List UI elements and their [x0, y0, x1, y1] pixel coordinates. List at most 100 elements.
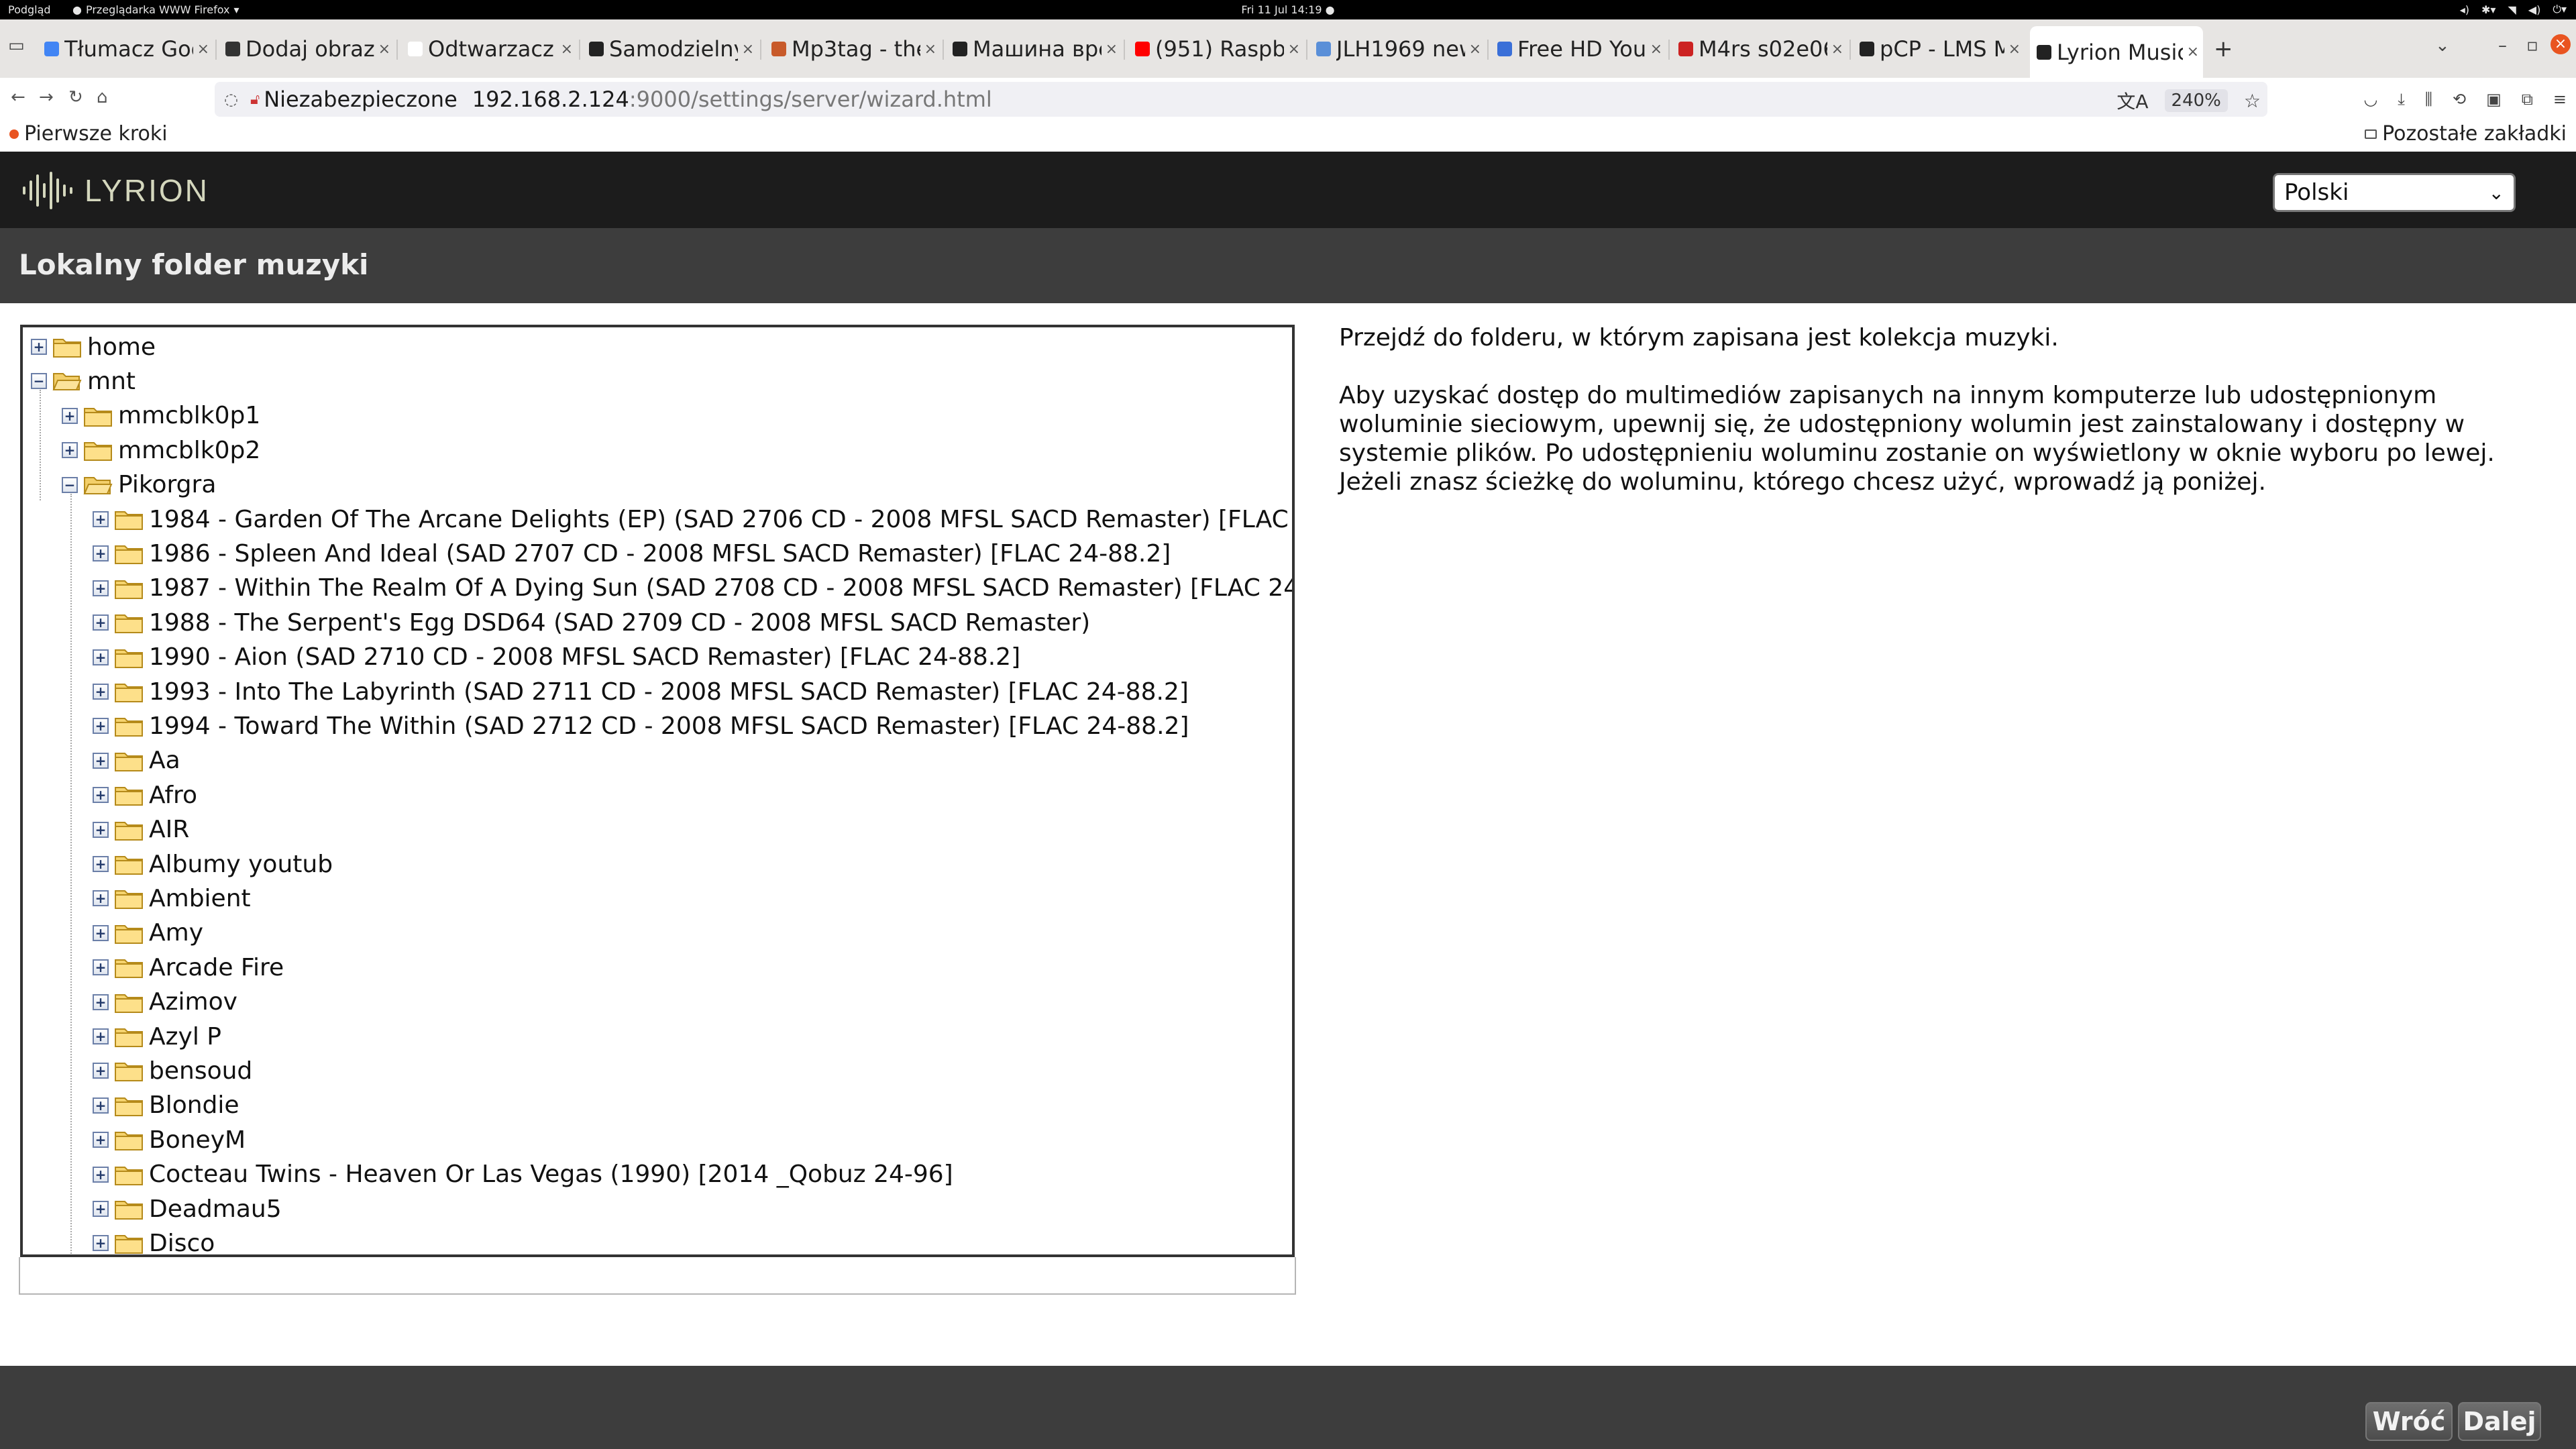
tree-node-label[interactable]: Blondie	[149, 1091, 239, 1119]
pocket-icon[interactable]: ◡	[2363, 90, 2377, 109]
tree-node-label[interactable]: 1990 - Aion (SAD 2710 CD - 2008 MFSL SAC…	[149, 643, 1020, 671]
tree-node[interactable]: + Amy	[93, 916, 203, 950]
tree-node[interactable]: + Ambient	[93, 881, 251, 915]
expand-icon[interactable]: +	[93, 821, 109, 838]
tree-node[interactable]: + AIR	[93, 813, 189, 847]
tab-close-icon[interactable]: ×	[1650, 41, 1662, 58]
collapse-icon[interactable]: −	[31, 373, 47, 390]
tab-close-icon[interactable]: ×	[1469, 41, 1481, 58]
tree-node[interactable]: +1987 - Within The Realm Of A Dying Sun …	[93, 572, 1292, 605]
maximize-icon[interactable]: ▫	[2526, 36, 2538, 56]
browser-tab[interactable]: Free HD YouT ×	[1491, 28, 1666, 70]
tree-node-label[interactable]: Azimov	[149, 988, 237, 1016]
tree-node-label[interactable]: 1993 - Into The Labyrinth (SAD 2711 CD -…	[149, 678, 1189, 706]
library-icon[interactable]: ⫼	[2425, 90, 2432, 109]
list-all-tabs-icon[interactable]: ⌄	[2435, 36, 2450, 56]
back-button[interactable]: Wróć	[2365, 1402, 2453, 1441]
tree-node-label[interactable]: home	[87, 333, 156, 361]
tree-node-label[interactable]: 1987 - Within The Realm Of A Dying Sun (…	[149, 574, 1292, 602]
clock[interactable]: Fri 11 Jul 14:19 ●	[0, 3, 2576, 16]
tree-node[interactable]: + Afro	[93, 778, 197, 812]
browser-tab[interactable]: Mp3tag - the u×	[765, 28, 941, 70]
browser-tab[interactable]: pCP - LMS Ma×	[1853, 28, 2025, 70]
tree-node[interactable]: + Blondie	[93, 1089, 239, 1122]
tab-close-icon[interactable]: ×	[1288, 41, 1300, 58]
tree-node-label[interactable]: Deadmau5	[149, 1195, 282, 1223]
expand-icon[interactable]: +	[93, 684, 109, 700]
other-bookmarks[interactable]: Pozostałe zakładki	[2365, 122, 2567, 146]
expand-icon[interactable]: +	[93, 1235, 109, 1252]
tree-node-label[interactable]: BoneyM	[149, 1126, 246, 1154]
folder-tree[interactable]: + home − mnt + mmcblk0p1 + mmcblk0p2 − Pikorgra +1…	[20, 325, 1295, 1257]
expand-icon[interactable]: +	[93, 1201, 109, 1217]
expand-icon[interactable]: +	[31, 339, 47, 355]
bookmark-getting-started[interactable]: Pierwsze kroki	[9, 122, 168, 146]
sync-icon[interactable]: ⟲	[2453, 90, 2466, 109]
tree-node[interactable]: +1988 - The Serpent's Egg DSD64 (SAD 270…	[93, 606, 1090, 639]
tree-node[interactable]: +1993 - Into The Labyrinth (SAD 2711 CD …	[93, 675, 1189, 708]
tab-close-icon[interactable]: ×	[1106, 41, 1118, 58]
tree-node-label[interactable]: Ambient	[149, 885, 251, 912]
tree-node[interactable]: +1990 - Aion (SAD 2710 CD - 2008 MFSL SA…	[93, 641, 1020, 674]
collapse-icon[interactable]: −	[62, 476, 78, 493]
tree-node-label[interactable]: 1984 - Garden Of The Arcane Delights (EP…	[149, 506, 1292, 533]
insecure-lock-icon[interactable]: 🔓︎	[250, 91, 260, 108]
browser-tab[interactable]: JLH1969 new ×	[1309, 28, 1485, 70]
tree-node-label[interactable]: mmcblk0p2	[118, 437, 260, 464]
expand-icon[interactable]: +	[93, 924, 109, 941]
download-icon[interactable]: ⤓	[2398, 90, 2405, 109]
tree-node-label[interactable]: 1994 - Toward The Within (SAD 2712 CD - …	[149, 712, 1189, 740]
expand-icon[interactable]: +	[93, 787, 109, 804]
tree-node[interactable]: + Aa	[93, 744, 180, 777]
next-button[interactable]: Dalej	[2458, 1402, 2541, 1441]
home-icon[interactable]: ⌂	[97, 87, 108, 107]
expand-icon[interactable]: +	[93, 649, 109, 665]
tree-node[interactable]: + mmcblk0p2	[62, 433, 260, 467]
browser-tab[interactable]: Машина врем×	[946, 28, 1122, 70]
back-icon[interactable]: ←	[11, 87, 25, 107]
minimize-icon[interactable]: –	[2498, 36, 2507, 56]
tree-node-label[interactable]: Pikorgra	[118, 471, 216, 498]
browser-tab[interactable]: M4rs s02e06 ×	[1672, 28, 1847, 70]
puzzle-icon[interactable]: ⧉	[2522, 90, 2533, 109]
tree-node-label[interactable]: 1986 - Spleen And Ideal (SAD 2707 CD - 2…	[149, 540, 1171, 568]
tree-node-label[interactable]: 1988 - The Serpent's Egg DSD64 (SAD 2709…	[149, 609, 1090, 637]
tree-node-label[interactable]: Amy	[149, 919, 203, 947]
tree-node[interactable]: − Pikorgra	[62, 468, 216, 502]
tree-node-label[interactable]: mmcblk0p1	[118, 402, 260, 429]
system-tray[interactable]: ◂) ✱▾ ◥ ◀) ⏻▾	[2460, 3, 2567, 16]
reload-icon[interactable]: ↻	[68, 87, 83, 107]
tree-node-label[interactable]: Arcade Fire	[149, 954, 284, 981]
tab-list-icon[interactable]: ▭	[8, 36, 25, 56]
tree-node[interactable]: + Disco	[93, 1226, 215, 1254]
tree-node[interactable]: + Cocteau Twins - Heaven Or Las Vegas (19…	[93, 1158, 953, 1191]
browser-tab[interactable]: Dodaj obrazek×	[219, 28, 394, 70]
expand-icon[interactable]: +	[93, 580, 109, 596]
forward-icon[interactable]: →	[39, 87, 54, 107]
expand-icon[interactable]: +	[93, 1028, 109, 1044]
close-window-icon[interactable]: ×	[2551, 34, 2571, 54]
shield-icon[interactable]: ◌	[224, 90, 238, 109]
tree-node[interactable]: − mnt	[31, 364, 136, 398]
bookmark-star-icon[interactable]: ☆	[2244, 90, 2261, 112]
tab-close-icon[interactable]: ×	[2187, 44, 2199, 60]
tree-node[interactable]: + Azyl P	[93, 1020, 221, 1053]
tree-node-label[interactable]: Albumy youtub	[149, 851, 333, 878]
menu-icon[interactable]: ≡	[2553, 90, 2567, 109]
expand-icon[interactable]: +	[93, 511, 109, 527]
expand-icon[interactable]: +	[93, 959, 109, 976]
tree-node[interactable]: + Albumy youtub	[93, 847, 333, 881]
tab-close-icon[interactable]: ×	[2008, 41, 2021, 58]
browser-tab[interactable]: (951) Raspber×	[1128, 28, 1304, 70]
tree-node[interactable]: + bensoud	[93, 1054, 252, 1087]
tab-close-icon[interactable]: ×	[742, 41, 754, 58]
language-select[interactable]: Polski ⌄	[2273, 173, 2516, 212]
tree-node[interactable]: + home	[31, 330, 156, 364]
tree-node-label[interactable]: mnt	[87, 368, 136, 395]
browser-tab[interactable]: Samodzielny p×	[582, 28, 758, 70]
tree-node[interactable]: +1994 - Toward The Within (SAD 2712 CD -…	[93, 709, 1189, 743]
browser-tab[interactable]: Lyrion Music S×	[2030, 26, 2203, 78]
music-folder-path-input[interactable]	[19, 1257, 1296, 1295]
tab-close-icon[interactable]: ×	[197, 41, 209, 58]
tree-node[interactable]: + Arcade Fire	[93, 951, 284, 984]
